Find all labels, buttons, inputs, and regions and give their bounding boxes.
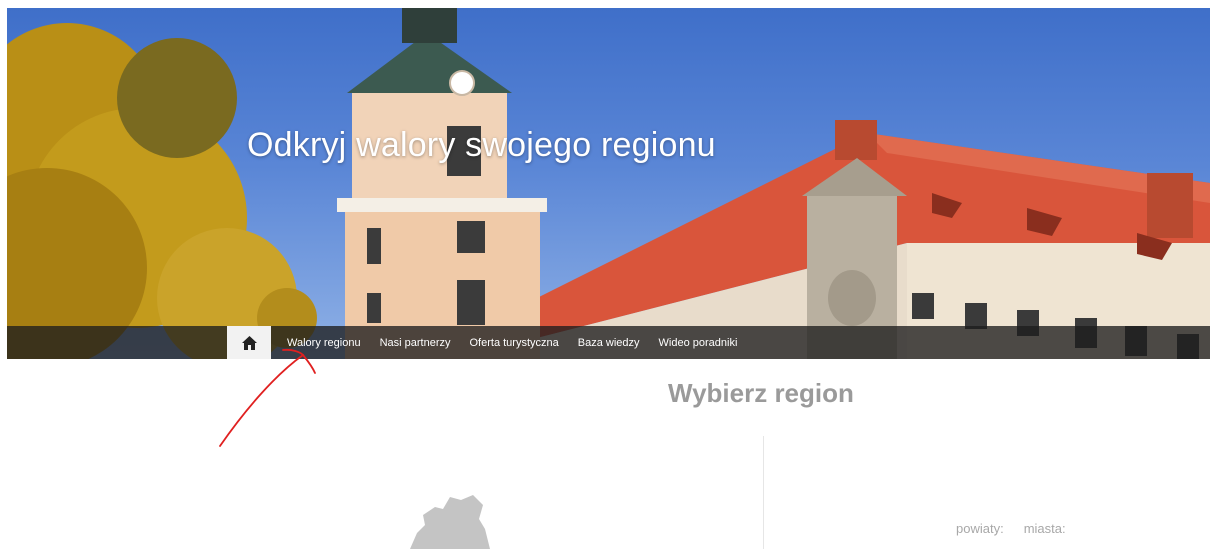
nav-item-nasi-partnerzy[interactable]: Nasi partnerzy	[380, 337, 451, 349]
hero-title: Odkryj walory swojego regionu	[247, 126, 716, 164]
counties-label: powiaty:	[956, 521, 1004, 536]
nav-home-button[interactable]	[227, 326, 271, 359]
nav-item-wideo-poradniki[interactable]: Wideo poradniki	[659, 337, 738, 349]
region-stats: powiaty: miasta:	[956, 521, 1066, 536]
home-icon	[241, 335, 257, 350]
hero-image	[7, 8, 1210, 359]
nav-item-oferta-turystyczna[interactable]: Oferta turystyczna	[470, 337, 559, 349]
page-heading: Wybierz region	[668, 378, 854, 408]
nav-item-walory-regionu[interactable]: Walory regionu	[287, 337, 361, 349]
vertical-divider	[763, 436, 764, 549]
region-map[interactable]	[395, 495, 495, 549]
cities-label: miasta:	[1023, 521, 1066, 536]
hero-banner: Odkryj walory swojego regionu Walory reg…	[7, 8, 1210, 359]
nav-item-baza-wiedzy[interactable]: Baza wiedzy	[578, 337, 640, 349]
main-navigation: Walory regionu Nasi partnerzy Oferta tur…	[7, 326, 1210, 359]
